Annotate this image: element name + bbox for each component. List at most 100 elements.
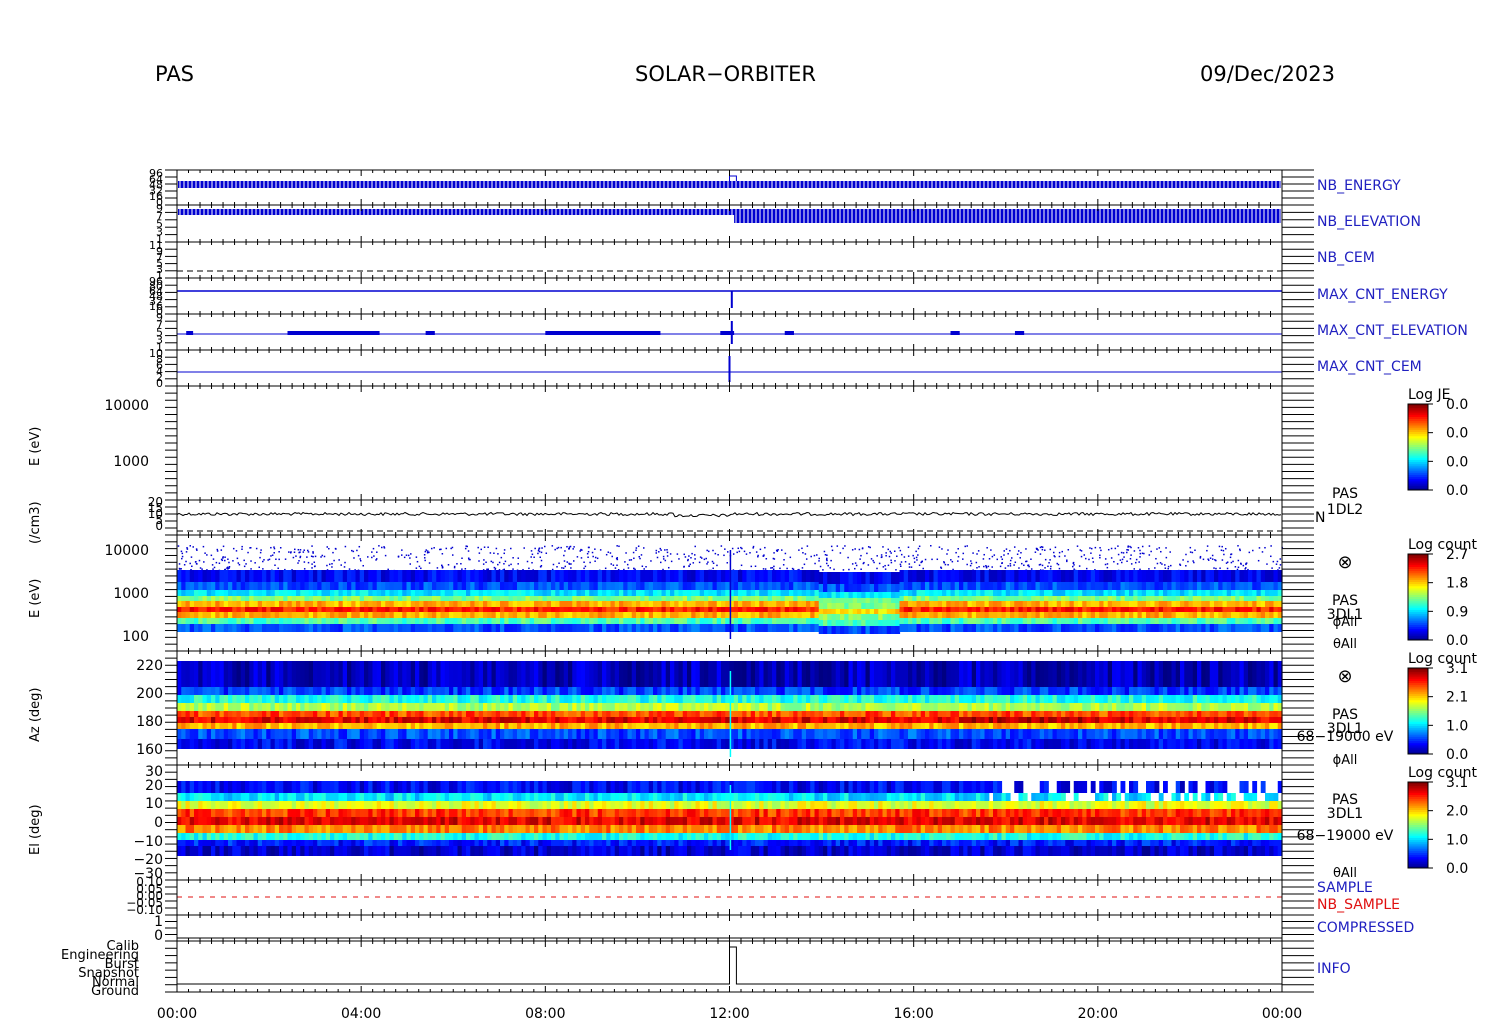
spectrogram-cell bbox=[419, 687, 424, 695]
spectrogram-cell bbox=[296, 624, 301, 632]
noise-dot bbox=[324, 556, 326, 558]
spectrogram-cell bbox=[810, 601, 815, 607]
noise-dot bbox=[273, 546, 275, 548]
spectrogram-cell bbox=[759, 618, 764, 624]
noise-dot bbox=[705, 558, 707, 560]
spectrogram-cell bbox=[445, 570, 450, 582]
spectrogram-cell bbox=[347, 703, 352, 711]
spectrogram-cell bbox=[1091, 601, 1096, 607]
noise-dot bbox=[406, 554, 408, 556]
spectrogram-cell bbox=[385, 590, 390, 596]
trace-segment bbox=[545, 331, 660, 335]
spectrogram-cell bbox=[394, 711, 399, 717]
spectrogram-cell bbox=[254, 582, 259, 590]
spectrogram-cell bbox=[725, 590, 730, 596]
noise-dot bbox=[344, 562, 346, 564]
spectrogram-cell bbox=[360, 723, 365, 729]
spectrogram-cell bbox=[186, 612, 191, 618]
spectrogram-cell bbox=[976, 590, 981, 596]
spectrogram-cell bbox=[1091, 582, 1096, 590]
noise-dot bbox=[966, 564, 968, 566]
spectrogram-cell bbox=[759, 601, 764, 607]
spectrogram-cell bbox=[428, 601, 433, 607]
noise-dot bbox=[262, 568, 264, 570]
spectrogram-cell bbox=[1002, 596, 1007, 601]
spectrogram-cell bbox=[747, 582, 752, 590]
spectrogram-cell bbox=[458, 729, 463, 739]
noise-dot bbox=[1273, 561, 1275, 563]
spectrogram-cell bbox=[768, 582, 773, 590]
noise-dot bbox=[1192, 560, 1194, 562]
spectrogram-cell bbox=[496, 618, 501, 624]
spectrogram-cell bbox=[640, 607, 645, 612]
spectrogram-cell bbox=[500, 607, 505, 612]
spectrogram-cell bbox=[1125, 612, 1130, 618]
spectrogram-cell bbox=[802, 596, 807, 601]
spectrogram-cell bbox=[1112, 582, 1117, 590]
spectrogram-cell bbox=[934, 624, 939, 632]
noise-dot bbox=[1212, 555, 1214, 557]
spectrogram-cell bbox=[496, 570, 501, 582]
spectrogram-cell bbox=[793, 582, 798, 590]
spectrogram-cell bbox=[1193, 570, 1198, 582]
spectrogram-cell bbox=[330, 661, 335, 687]
max-cnt-elevation-trace: MAX_CNT_ELEVATION bbox=[177, 321, 1468, 344]
spectrogram-cell bbox=[390, 601, 395, 607]
spectrogram-cell bbox=[330, 607, 335, 612]
spectrogram-cell bbox=[577, 612, 582, 618]
spectrogram-cell bbox=[1261, 618, 1266, 624]
spectrogram-cell bbox=[1210, 596, 1215, 601]
noise-dot bbox=[560, 547, 562, 549]
spectrogram-cell bbox=[1082, 618, 1087, 624]
spectrogram-cell bbox=[475, 612, 480, 618]
noise-dot bbox=[824, 551, 826, 553]
noise-dot bbox=[217, 549, 219, 551]
spectrogram-cell bbox=[1206, 582, 1211, 590]
spectrogram-cell bbox=[411, 723, 416, 729]
spectrogram-cell bbox=[487, 739, 492, 749]
spectrogram-cell bbox=[802, 618, 807, 624]
spectrogram-cell bbox=[793, 624, 798, 632]
spectrogram-cell bbox=[908, 612, 913, 618]
spectrogram-cell bbox=[747, 607, 752, 612]
spectrogram-cell bbox=[237, 723, 242, 729]
spectrogram-cell bbox=[1189, 618, 1194, 624]
spectrogram-cell bbox=[666, 601, 671, 607]
spectrogram-cell bbox=[292, 582, 297, 590]
spectrogram-cell bbox=[572, 590, 577, 596]
spectrogram-cell bbox=[891, 620, 896, 626]
spectrogram-cell bbox=[424, 729, 429, 739]
spectrogram-cell bbox=[836, 572, 841, 584]
spectrogram-cell bbox=[381, 739, 386, 749]
spectrogram-cell bbox=[228, 596, 233, 601]
energy-spectrogram-panel: 100001000100⊗PAS3DL1ϕAllθAllLog count2.7… bbox=[104, 537, 1477, 652]
spectrogram-cell bbox=[925, 624, 930, 632]
spectrogram-cell bbox=[942, 582, 947, 590]
noise-dot bbox=[203, 546, 205, 548]
spectrogram-cell bbox=[509, 723, 514, 729]
spectrogram-cell bbox=[296, 601, 301, 607]
spectrogram-cell bbox=[1125, 596, 1130, 601]
spectrogram-cell bbox=[938, 596, 943, 601]
spectrogram-cell bbox=[398, 596, 403, 601]
spectrogram-cell bbox=[215, 687, 220, 695]
noise-dot bbox=[541, 547, 543, 549]
spectrogram-cell bbox=[492, 601, 497, 607]
spectrogram-cell bbox=[1172, 601, 1177, 607]
spectrogram-cell bbox=[815, 618, 820, 624]
spectrogram-cell bbox=[190, 717, 195, 723]
spectrogram-cell bbox=[1269, 601, 1274, 607]
spectrogram-cell bbox=[628, 618, 633, 624]
spectrogram-cell bbox=[224, 687, 229, 695]
noise-dot bbox=[384, 547, 386, 549]
spectrogram-cell bbox=[1108, 612, 1113, 618]
spectrogram-cell bbox=[993, 596, 998, 601]
spectrogram-cell bbox=[245, 687, 250, 695]
spectrogram-cell bbox=[959, 590, 964, 596]
noise-dot bbox=[331, 563, 333, 565]
spectrogram-cell bbox=[657, 590, 662, 596]
noise-dot bbox=[657, 557, 659, 559]
spectrogram-cell bbox=[534, 596, 539, 601]
spectrogram-cell bbox=[275, 729, 280, 739]
noise-dot bbox=[1095, 547, 1097, 549]
